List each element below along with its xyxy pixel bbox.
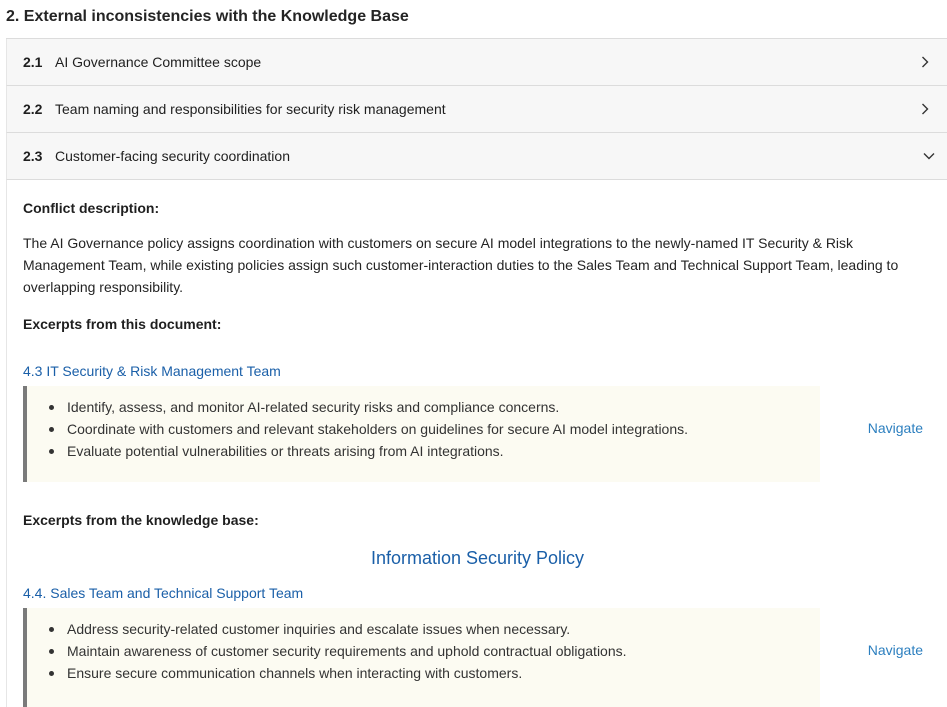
excerpt-bullet-list: Identify, assess, and monitor AI-related… xyxy=(27,386,820,462)
knowledge-base-excerpt-block: Address security-related customer inquir… xyxy=(23,608,820,707)
excerpt-bullet: Address security-related customer inquir… xyxy=(49,618,820,640)
knowledge-base-excerpt-heading[interactable]: 4.4. Sales Team and Technical Support Te… xyxy=(23,585,303,601)
chevron-right-icon[interactable] xyxy=(921,56,931,68)
accordion-item-2-2[interactable]: 2.2 Team naming and responsibilities for… xyxy=(6,86,947,133)
chevron-right-icon[interactable] xyxy=(921,103,931,115)
excerpt-bullet: Evaluate potential vulnerabilities or th… xyxy=(49,440,820,462)
conflict-description-text: The AI Governance policy assigns coordin… xyxy=(23,235,899,295)
accordion-item-2-3-content: Conflict description: The AI Governance … xyxy=(6,180,947,707)
conflict-description-label: Conflict description: xyxy=(23,200,160,216)
document-excerpt-heading[interactable]: 4.3 IT Security & Risk Management Team xyxy=(23,363,281,379)
navigate-link-document[interactable]: Navigate xyxy=(868,420,923,436)
accordion-item-number: 2.3 xyxy=(23,148,43,164)
knowledge-base-document-title: Information Security Policy xyxy=(370,548,585,568)
accordion-item-number: 2.2 xyxy=(23,101,43,117)
chevron-down-icon[interactable] xyxy=(923,152,935,162)
accordion-item-label: Customer-facing security coordination xyxy=(55,148,290,164)
accordion-item-2-3[interactable]: 2.3 Customer-facing security coordinatio… xyxy=(6,133,947,180)
document-excerpts-label: Excerpts from this document: xyxy=(23,316,222,332)
excerpt-bullet-list: Address security-related customer inquir… xyxy=(27,608,820,684)
document-excerpt-block: Identify, assess, and monitor AI-related… xyxy=(23,386,820,482)
excerpt-bullet: Identify, assess, and monitor AI-related… xyxy=(49,396,820,418)
accordion-item-label: AI Governance Committee scope xyxy=(55,54,262,70)
knowledge-base-excerpts-label: Excerpts from the knowledge base: xyxy=(23,512,259,528)
accordion-item-2-1[interactable]: 2.1 AI Governance Committee scope xyxy=(6,39,947,86)
navigate-link-knowledge-base[interactable]: Navigate xyxy=(868,642,923,658)
excerpt-bullet: Maintain awareness of customer security … xyxy=(49,640,820,662)
section-title: 2. External inconsistencies with the Kno… xyxy=(6,8,409,25)
accordion: 2.1 AI Governance Committee scope 2.2 Te… xyxy=(6,38,947,180)
excerpt-bullet: Coordinate with customers and relevant s… xyxy=(49,418,820,440)
excerpt-bullet: Ensure secure communication channels whe… xyxy=(49,662,820,684)
accordion-item-number: 2.1 xyxy=(23,54,43,70)
accordion-item-label: Team naming and responsibilities for sec… xyxy=(55,101,446,117)
